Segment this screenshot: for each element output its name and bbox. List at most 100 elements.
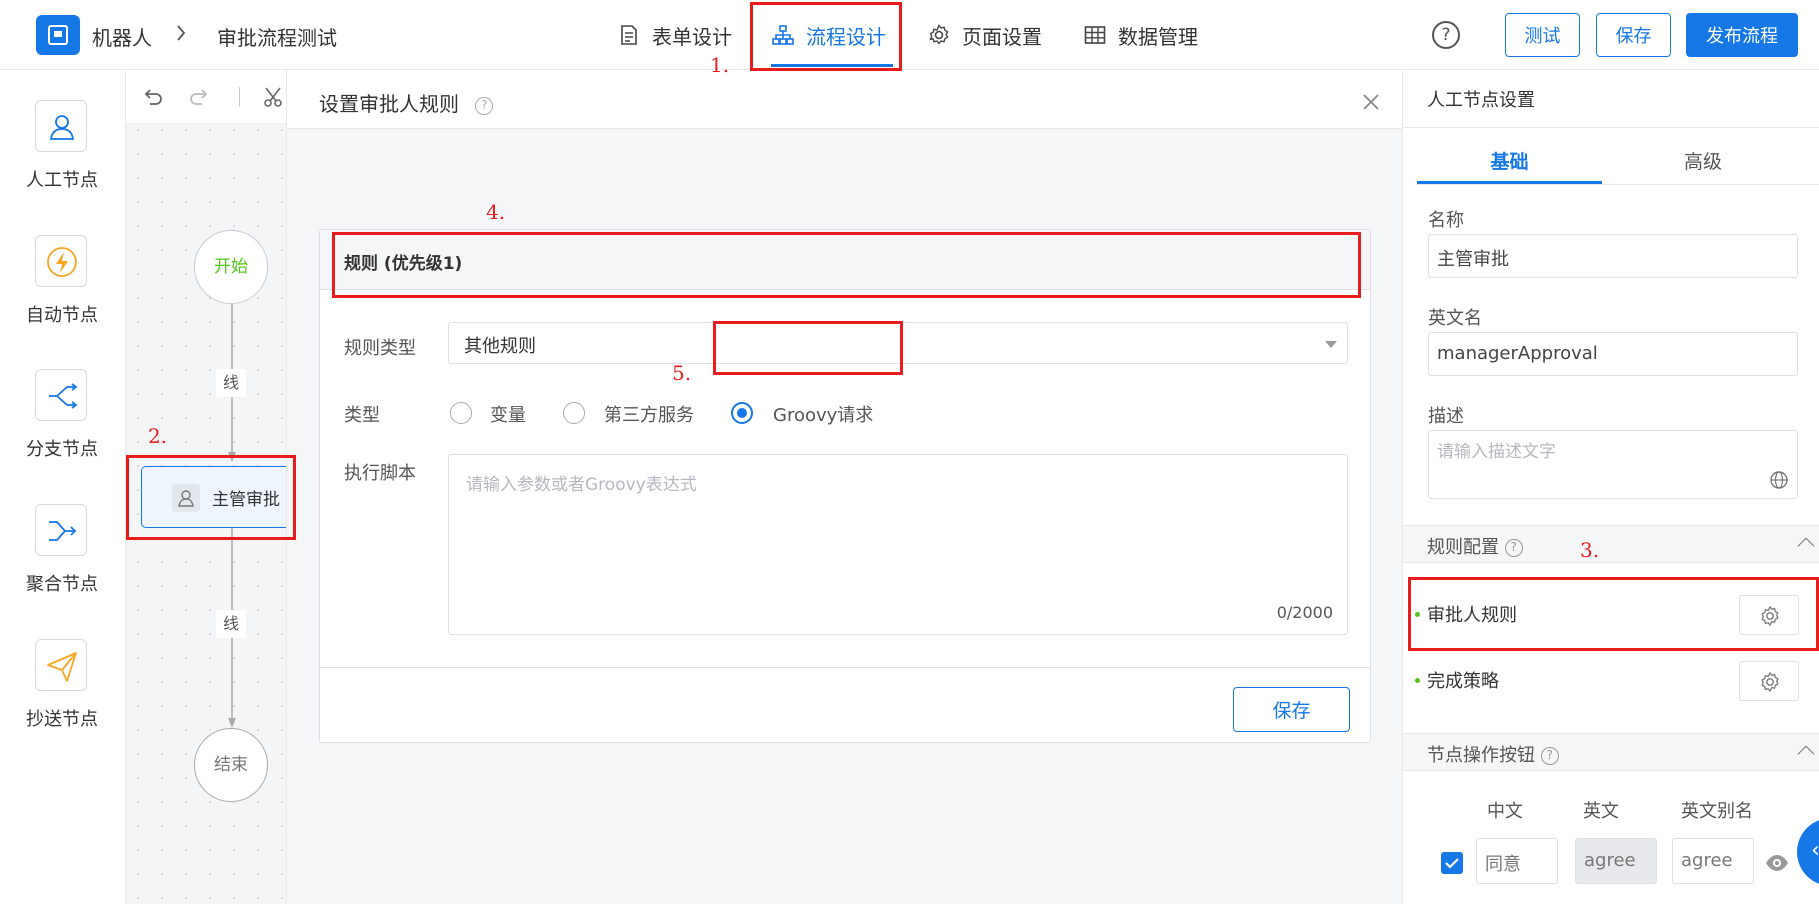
rule-config-section-header[interactable]: 规则配置 ? [1403, 525, 1819, 563]
chevron-up-icon [1797, 537, 1815, 555]
button-alias-input[interactable]: agree [1672, 838, 1754, 884]
merge-icon [49, 521, 77, 541]
col-header-en: 英文 [1583, 801, 1619, 822]
panel-title: 人工节点设置 [1427, 90, 1535, 111]
publish-flow-button[interactable]: 发布流程 [1686, 13, 1798, 57]
branch-icon [49, 383, 78, 409]
help-icon[interactable]: ? [475, 96, 494, 115]
tab-advanced[interactable]: 高级 [1603, 140, 1803, 184]
annotation-label-5: 5. [672, 361, 692, 385]
node-palette: 人工节点 自动节点 分支节点 聚合节点 抄送节点 [0, 70, 126, 904]
redo-icon[interactable] [188, 85, 212, 109]
script-label: 执行脚本 [344, 463, 416, 484]
dialog-title: 设置审批人规则 ? [319, 88, 494, 117]
cut-icon[interactable] [262, 85, 286, 109]
tab-data-management[interactable]: 数据管理 [1084, 0, 1198, 70]
palette-item-label: 自动节点 [26, 305, 98, 326]
help-icon[interactable]: ? [1504, 539, 1523, 557]
rule-save-button[interactable]: 保存 [1233, 687, 1350, 732]
breadcrumb-page: 审批流程测试 [217, 26, 337, 50]
node-buttons-section-header[interactable]: 节点操作按钮 ? [1403, 733, 1819, 771]
palette-item-label: 人工节点 [26, 170, 98, 191]
table-icon [1084, 26, 1106, 44]
complete-strategy-label: 完成策略 [1427, 671, 1499, 692]
description-label: 描述 [1428, 406, 1464, 427]
radio-groovy[interactable] [731, 402, 753, 424]
radio-groovy-label[interactable]: Groovy请求 [773, 401, 873, 427]
chevron-up-icon [1797, 745, 1815, 763]
char-counter: 0/2000 [1276, 603, 1333, 622]
annotation-box-2 [126, 455, 296, 540]
rule-card: 规则 (优先级1) 规则类型 其他规则 类型 变量 第三方服务 Groovy请求… [319, 229, 1371, 743]
app-logo-icon [36, 15, 80, 55]
radio-third-party[interactable] [563, 402, 585, 424]
tab-data-management-label: 数据管理 [1118, 24, 1198, 49]
test-button[interactable]: 测试 [1505, 13, 1580, 57]
button-en-input: agree [1575, 838, 1657, 884]
type-label: 类型 [344, 405, 380, 426]
button-cn-input[interactable]: 同意 [1476, 838, 1558, 884]
radio-variable[interactable] [450, 402, 472, 424]
annotation-box-3 [1408, 577, 1819, 651]
lightning-icon [47, 247, 77, 277]
node-settings-panel: 人工节点设置 基础 高级 名称 主管审批 英文名 managerApproval… [1402, 70, 1819, 904]
description-textarea[interactable]: 请输入描述文字 [1428, 430, 1798, 499]
help-icon[interactable]: ? [1540, 747, 1559, 765]
complete-strategy-settings-button[interactable] [1739, 661, 1799, 701]
start-node[interactable]: 开始 [194, 230, 268, 304]
script-textarea[interactable]: 请输入参数或者Groovy表达式 0/2000 [448, 454, 1348, 635]
dialog-title-text: 设置审批人规则 [319, 92, 459, 116]
tab-form-design-label: 表单设计 [652, 24, 732, 49]
radio-variable-label[interactable]: 变量 [490, 401, 526, 427]
approver-rule-dialog: 设置审批人规则 ? 规则 (优先级1) 规则类型 其他规则 类型 变量 第三方服… [286, 70, 1403, 904]
tab-basic[interactable]: 基础 [1417, 140, 1602, 184]
radio-third-party-label[interactable]: 第三方服务 [604, 401, 694, 427]
annotation-box-1 [750, 2, 902, 71]
annotation-label-4: 4. [486, 200, 506, 224]
edge-label[interactable]: 线 [216, 369, 246, 397]
document-icon [621, 25, 637, 45]
description-placeholder: 请输入描述文字 [1437, 442, 1556, 462]
tab-page-settings-label: 页面设置 [962, 24, 1042, 49]
name-input[interactable]: 主管审批 [1428, 234, 1798, 278]
palette-item-label: 聚合节点 [26, 574, 98, 595]
save-button[interactable]: 保存 [1596, 13, 1671, 57]
edge-label[interactable]: 线 [216, 610, 246, 638]
node-buttons-title: 节点操作按钮 ? [1427, 741, 1559, 767]
palette-item-label: 分支节点 [26, 439, 98, 460]
tab-page-settings[interactable]: 页面设置 [928, 0, 1042, 70]
chevron-right-icon [177, 25, 186, 41]
toolbar-divider [239, 87, 240, 107]
name-label: 名称 [1428, 210, 1464, 231]
breadcrumb-app[interactable]: 机器人 [92, 22, 152, 51]
user-icon [49, 115, 75, 140]
rule-type-value: 其他规则 [464, 336, 536, 357]
annotation-box-5 [713, 321, 903, 375]
eye-icon[interactable] [1764, 852, 1790, 874]
card-footer-divider [320, 667, 1370, 668]
canvas-toolbar [126, 70, 286, 124]
close-icon[interactable] [1361, 92, 1381, 112]
palette-item-label: 抄送节点 [26, 709, 98, 730]
en-name-label: 英文名 [1428, 308, 1482, 329]
gear-icon [1761, 671, 1779, 693]
status-dot [1415, 678, 1420, 683]
top-header: 机器人 审批流程测试 表单设计 流程设计 页面设置 数据管理 ? 测试 保存 发… [0, 0, 1819, 70]
annotation-label-3: 3. [1580, 538, 1600, 562]
script-placeholder: 请输入参数或者Groovy表达式 [466, 475, 697, 495]
globe-icon[interactable] [1769, 470, 1789, 490]
en-name-input[interactable]: managerApproval [1428, 332, 1798, 376]
rule-config-title: 规则配置 ? [1427, 533, 1523, 559]
row-checkbox[interactable] [1441, 852, 1463, 874]
end-node[interactable]: 结束 [194, 728, 268, 802]
send-icon [47, 652, 77, 682]
annotation-box-4 [332, 232, 1361, 298]
checkmark-icon [1445, 858, 1459, 869]
rule-type-label: 规则类型 [344, 338, 416, 359]
undo-icon[interactable] [140, 85, 164, 109]
chevron-down-icon [1325, 341, 1337, 348]
annotation-label-1: 1. [710, 53, 730, 77]
col-header-alias: 英文别名 [1681, 801, 1753, 822]
help-icon[interactable]: ? [1432, 21, 1460, 49]
col-header-cn: 中文 [1487, 801, 1523, 822]
